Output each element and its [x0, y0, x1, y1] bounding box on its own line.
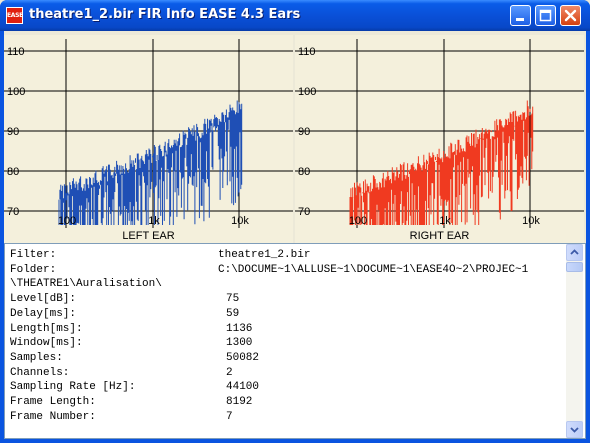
scroll-up-button[interactable] — [566, 244, 583, 261]
y-tick-label: 70 — [298, 206, 310, 218]
close-icon — [564, 9, 577, 22]
info-key: Frame Length: — [10, 396, 96, 408]
y-tick-label: 80 — [7, 166, 19, 178]
scroll-down-button[interactable] — [566, 421, 583, 438]
x-tick-label: 10k — [231, 215, 249, 227]
maximize-button[interactable] — [535, 5, 556, 26]
info-value: theatre1_2.bir — [218, 249, 311, 261]
close-button[interactable] — [560, 5, 581, 26]
info-key: \THEATRE1\Auralisation\ — [10, 278, 162, 291]
y-tick-label: 100 — [7, 86, 25, 98]
left-ear-label: LEFT EAR — [122, 230, 175, 242]
x-tick-label: 10k — [522, 215, 540, 227]
info-key: Samples: — [10, 351, 63, 364]
info-key: Frame Number: — [10, 410, 96, 423]
spectrum-trace — [58, 100, 243, 225]
chevron-down-icon — [570, 427, 579, 433]
right-ear-chart: 110 100 90 80 70 100 1k 10k — [295, 39, 584, 228]
info-value: 7 — [226, 410, 233, 423]
info-key: Folder: — [10, 263, 57, 276]
info-value: 8192 — [226, 396, 253, 408]
fir-info-textbox[interactable]: Filter: theatre1_2.bir Folder: C:\DOCUME~1\… — [4, 243, 586, 439]
y-tick-label: 110 — [298, 46, 316, 58]
info-key: Delay[ms]: — [10, 307, 77, 320]
info-value: 59 — [226, 307, 240, 320]
y-tick-label: 90 — [7, 126, 19, 138]
window-title: theatre1_2.bir FIR Info EASE 4.3 Ears — [29, 7, 301, 22]
right-ear-plot: 110 100 90 80 70 100 1k 10k RIGHT EAR — [295, 35, 584, 243]
right-ear-label: RIGHT EAR — [409, 230, 470, 242]
y-tick-label: 70 — [7, 206, 19, 218]
title-bar[interactable]: EASE theatre1_2.bir FIR Info EASE 4.3 Ea… — [0, 0, 590, 31]
x-tick-label: 1k — [439, 215, 451, 227]
y-tick-label: 110 — [7, 46, 25, 58]
y-tick-label: 80 — [298, 166, 310, 178]
vertical-scrollbar[interactable] — [566, 244, 583, 438]
y-tick-label: 90 — [298, 126, 310, 138]
app-window: EASE theatre1_2.bir FIR Info EASE 4.3 Ea… — [0, 0, 590, 443]
info-key: Length[ms]: — [10, 322, 83, 335]
scroll-thumb[interactable] — [566, 262, 583, 272]
x-tick-label: 100 — [349, 215, 367, 227]
info-value: 44100 — [226, 381, 260, 394]
info-value: 2 — [226, 366, 233, 379]
minimize-icon — [516, 18, 524, 21]
info-key: Level[dB]: — [10, 293, 77, 306]
x-tick-label: 1k — [148, 215, 160, 227]
client-area: 110 100 90 80 70 100 1k 10k LEFT EAR 110 100 90 80… — [4, 31, 586, 439]
x-tick-label: 100 — [58, 215, 76, 227]
minimize-button[interactable] — [510, 5, 531, 26]
spectrum-trace — [349, 100, 534, 225]
info-key: Filter: — [10, 249, 57, 261]
info-value: C:\DOCUME~1\ALLUSE~1\DOCUME~1\EASE4O~2\P… — [218, 263, 529, 276]
y-tick-label: 100 — [298, 86, 316, 98]
info-key: Window[ms]: — [10, 337, 83, 350]
maximize-icon — [539, 9, 552, 22]
left-ear-plot: 110 100 90 80 70 100 1k 10k LEFT EAR — [4, 35, 293, 243]
chevron-up-icon — [570, 249, 579, 255]
ease-app-icon[interactable]: EASE — [6, 7, 23, 24]
info-value: 50082 — [226, 351, 260, 364]
info-value: 75 — [226, 293, 240, 306]
info-key: Channels: — [10, 366, 70, 379]
info-key: Sampling Rate [Hz]: — [10, 381, 136, 394]
left-ear-chart: 110 100 90 80 70 100 1k 10k — [4, 39, 293, 228]
info-value: 1136 — [226, 322, 253, 335]
info-value: 1300 — [226, 337, 253, 350]
